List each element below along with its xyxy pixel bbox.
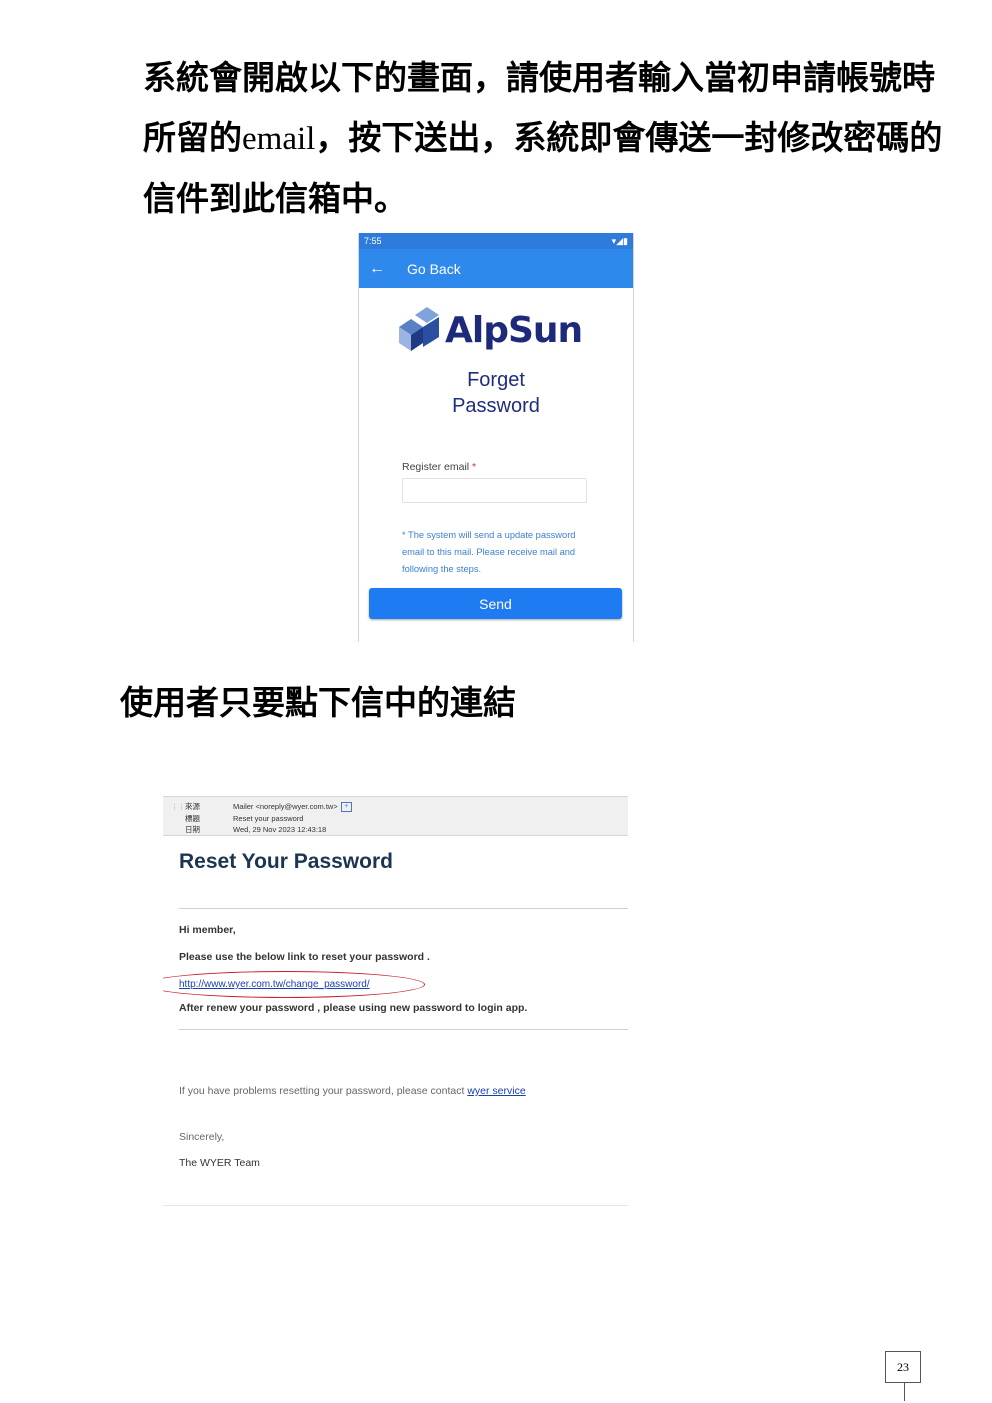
app-bar: ← Go Back xyxy=(359,249,633,288)
alpsun-logo: AlpSun xyxy=(395,307,605,355)
title-line-2: Password xyxy=(452,395,540,417)
register-email-input[interactable] xyxy=(402,478,587,503)
email-greeting: Hi member, xyxy=(179,924,236,936)
from-value: Mailer <noreply@wyer.com.tw> + xyxy=(233,801,352,813)
divider xyxy=(163,1205,628,1206)
send-note: * The system will send a update password… xyxy=(402,530,576,574)
alpsun-logo-icon xyxy=(399,307,439,351)
problem-text: If you have problems resetting your pass… xyxy=(179,1085,465,1097)
back-arrow-icon[interactable]: ← xyxy=(359,260,395,278)
title-line-1: Forget xyxy=(467,369,525,391)
email-instruction: Please use the below link to reset your … xyxy=(179,951,430,963)
email-problem-text: If you have problems resetting your pass… xyxy=(179,1085,526,1097)
logo-text: AlpSun xyxy=(445,310,583,351)
status-icons: ▾◢▮ xyxy=(611,235,628,246)
status-bar: 7:55 ▾◢▮ xyxy=(359,233,633,249)
forget-password-title: Forget Password xyxy=(359,367,633,419)
status-time: 7:55 xyxy=(364,236,382,246)
link-instruction-heading: 使用者只要點下信中的連結 xyxy=(120,683,516,722)
divider xyxy=(179,908,628,909)
page-number-tick xyxy=(904,1383,905,1401)
email-sincerely: Sincerely, xyxy=(179,1131,225,1143)
go-back-title[interactable]: Go Back xyxy=(407,261,461,277)
email-screenshot: ⋮⋮ 來源 Mailer <noreply@wyer.com.tw> + 標題 R… xyxy=(163,796,628,1208)
subject-value: Reset your password xyxy=(233,814,304,823)
intro-paragraph: 系統會開啟以下的畫面，請使用者輸入當初申請帳號時所留的email，按下送出，系統… xyxy=(143,48,963,229)
service-link[interactable]: wyer service xyxy=(467,1085,525,1097)
send-button[interactable]: Send xyxy=(369,588,622,619)
add-contact-icon[interactable]: + xyxy=(340,802,352,813)
email-team: The WYER Team xyxy=(179,1157,260,1169)
register-email-label: Register email * xyxy=(402,461,476,473)
required-mark: * xyxy=(472,461,477,473)
email-after-text: After renew your password , please using… xyxy=(179,1002,528,1014)
page-number: 23 xyxy=(885,1351,921,1383)
email-title: Reset Your Password xyxy=(179,850,393,873)
phone-screenshot: 7:55 ▾◢▮ ← Go Back AlpSun Forget Passwor… xyxy=(358,233,634,642)
divider xyxy=(179,1029,628,1030)
reset-password-link[interactable]: http://www.wyer.com.tw/change_password/ xyxy=(179,979,370,990)
from-address: Mailer <noreply@wyer.com.tw> xyxy=(233,802,338,811)
date-value: Wed, 29 Nov 2023 12:43:18 xyxy=(233,825,327,834)
date-key: 日期 xyxy=(185,825,200,834)
email-header: ⋮⋮ 來源 Mailer <noreply@wyer.com.tw> + 標題 R… xyxy=(163,796,628,836)
from-key: 來源 xyxy=(185,802,200,811)
grip-icon: ⋮⋮ xyxy=(171,803,185,811)
paragraph-email-word: email xyxy=(242,121,316,157)
register-email-label-text: Register email xyxy=(402,461,470,473)
subject-key: 標題 xyxy=(185,814,200,823)
